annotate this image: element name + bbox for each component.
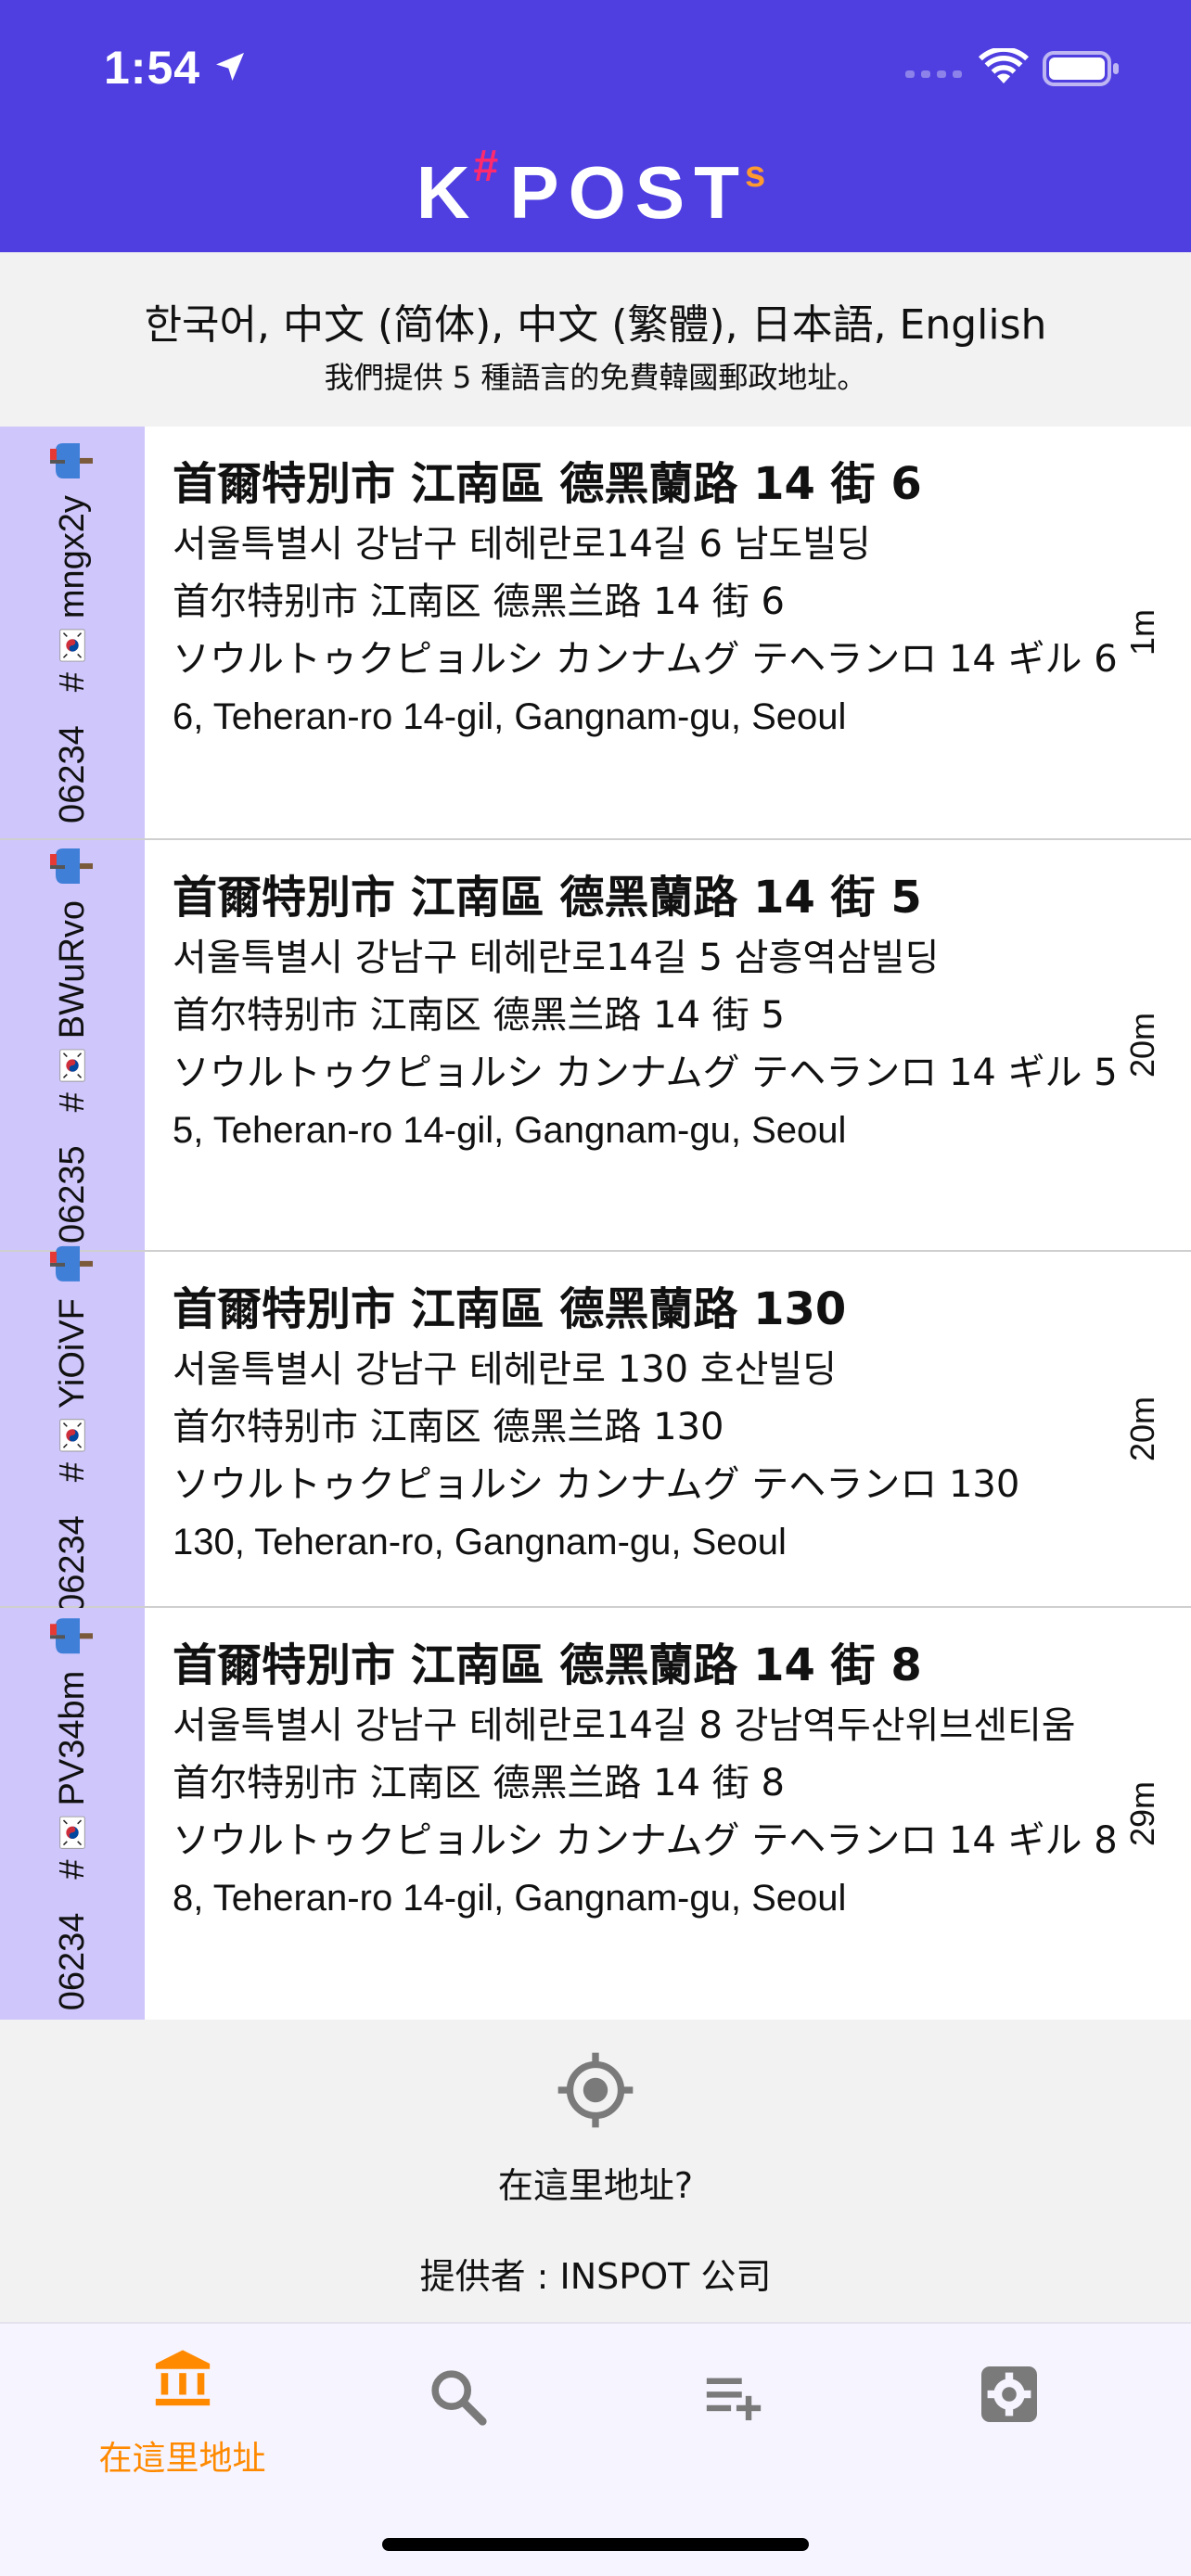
address-simplified-chinese: 首尔特别市 江南区 德黑兰路 14 街 6 [173, 580, 785, 623]
distance-label: 1m [1123, 609, 1161, 657]
address-japanese: ソウルトゥクピョルシ カンナムグ テヘランロ 14 ギル 5 [173, 1052, 1118, 1094]
korea-flag-icon [59, 629, 85, 662]
address-lines: 首爾特別市 江南區 德黑蘭路 14 街 6 서울특별시 강남구 테헤란로14길 … [173, 453, 1119, 746]
locate-address-label[interactable]: 在這里地址? [0, 2157, 1191, 2208]
brand-k: K [416, 151, 480, 234]
korea-flag-icon [59, 1049, 85, 1082]
wifi-icon [979, 48, 1029, 83]
app-header: 1:54 K#POSTs [0, 0, 1191, 252]
hash-symbol: # [52, 1092, 92, 1113]
address-main: 首爾特別市 江南區 德黑蘭路 14 街 6 [173, 458, 922, 510]
address-korean: 서울특별시 강남구 테헤란로14길 6 남도빌딩 [173, 523, 871, 566]
address-lines: 首爾特別市 江南區 德黑蘭路 130 서울특별시 강남구 테헤란로 130 호산… [173, 1278, 1119, 1571]
korea-flag-icon [59, 1419, 85, 1452]
korea-flag-icon [59, 1816, 85, 1850]
address-main: 首爾特別市 江南區 德黑蘭路 14 街 5 [173, 872, 922, 924]
postal-code: 06234 [52, 1912, 92, 2011]
address-code-label: 06234 # YiOiVF [50, 1244, 95, 1613]
brand-hash: # [473, 142, 508, 191]
address-code-panel: 06234 # YiOiVF [0, 1246, 145, 1613]
distance-label: 29m [1123, 1780, 1161, 1847]
playlist-add-icon [706, 2378, 761, 2421]
address-main: 首爾特別市 江南區 德黑蘭路 130 [173, 1283, 847, 1335]
bank-icon [155, 2350, 210, 2406]
mailbox-icon [50, 848, 93, 884]
address-korean: 서울특별시 강남구 테헤란로14길 8 강남역두산위브센티움 [173, 1704, 1076, 1747]
address-japanese: ソウルトゥクピョルシ カンナムグ テヘランロ 130 [173, 1463, 1020, 1506]
brand-logo: K#POSTs [0, 141, 1191, 236]
address-simplified-chinese: 首尔特别市 江南区 德黑兰路 14 街 5 [173, 994, 785, 1037]
address-simplified-chinese: 首尔特别市 江南区 德黑兰路 130 [173, 1406, 724, 1448]
address-code: PV34bm [52, 1670, 92, 1806]
home-indicator [382, 2538, 809, 2551]
address-code-panel: 06234 # PV34bm [0, 1608, 145, 2020]
tab-here-address[interactable]: 在這里地址 [33, 2324, 331, 2509]
distance-label: 20m [1123, 1012, 1161, 1078]
hash-symbol: # [52, 1462, 92, 1483]
address-row[interactable]: 06234 # mngx2y 首爾特別市 江南區 德黑蘭路 14 街 6 서울특… [0, 427, 1191, 840]
hash-symbol: # [52, 1859, 92, 1880]
postal-code: 06234 [52, 725, 92, 823]
address-english: 8, Teheran-ro 14-gil, Gangnam-gu, Seoul [173, 1878, 847, 1919]
cellular-signal-icon [905, 70, 962, 78]
settings-icon [980, 2366, 1037, 2422]
postal-code: 06234 [52, 1515, 92, 1613]
address-korean: 서울특별시 강남구 테헤란로 130 호산빌딩 [173, 1348, 838, 1391]
postal-code: 06235 [52, 1145, 92, 1244]
address-code: BWuRvo [52, 899, 92, 1039]
address-row[interactable]: 06234 # PV34bm 首爾特別市 江南區 德黑蘭路 14 街 8 서울특… [0, 1608, 1191, 2020]
location-arrow-icon [216, 53, 244, 81]
language-banner: 한국어, 中文 (简体), 中文 (繁體), 日本語, English 我們提供… [0, 252, 1191, 425]
address-row[interactable]: 06234 # YiOiVF 首爾特別市 江南區 德黑蘭路 130 서울특별시 … [0, 1246, 1191, 1613]
address-code-label: 06234 # PV34bm [50, 1617, 95, 2011]
hash-symbol: # [52, 672, 92, 693]
address-code-label: 06235 # BWuRvo [50, 847, 95, 1243]
distance-label: 20m [1123, 1396, 1161, 1462]
languages-list: 한국어, 中文 (简体), 中文 (繁體), 日本語, English [144, 301, 1047, 349]
address-code-panel: 06235 # BWuRvo [0, 840, 145, 1250]
brand-s: s [745, 154, 775, 195]
address-code-panel: 06234 # mngx2y [0, 427, 145, 838]
address-main: 首爾特別市 江南區 德黑蘭路 14 街 8 [173, 1639, 922, 1691]
brand-post: POST [509, 151, 749, 234]
address-code: YiOiVF [52, 1298, 92, 1409]
address-lines: 首爾特別市 江南區 德黑蘭路 14 街 8 서울특별시 강남구 테헤란로14길 … [173, 1634, 1119, 1927]
address-english: 130, Teheran-ro, Gangnam-gu, Seoul [173, 1522, 787, 1562]
tab-here-address-label: 在這里地址 [98, 2440, 266, 2478]
address-japanese: ソウルトゥクピョルシ カンナムグ テヘランロ 14 ギル 6 [173, 638, 1118, 681]
address-english: 5, Teheran-ro 14-gil, Gangnam-gu, Seoul [173, 1110, 847, 1151]
address-code: mngx2y [52, 495, 92, 619]
address-lines: 首爾特別市 江南區 德黑蘭路 14 街 5 서울특별시 강남구 테헤란로14길 … [173, 866, 1119, 1159]
address-code-label: 06234 # mngx2y [50, 441, 95, 823]
status-time: 1:54 [104, 42, 201, 94]
tab-search[interactable] [309, 2324, 607, 2509]
address-japanese: ソウルトゥクピョルシ カンナムグ テヘランロ 14 ギル 8 [173, 1819, 1118, 1862]
address-english: 6, Teheran-ro 14-gil, Gangnam-gu, Seoul [173, 696, 847, 737]
address-simplified-chinese: 首尔特别市 江南区 德黑兰路 14 街 8 [173, 1762, 785, 1804]
mailbox-icon [50, 443, 93, 479]
provider-credit: 提供者 : INSPOT 公司 [419, 2256, 772, 2297]
mailbox-icon [50, 1246, 93, 1282]
tab-add-list[interactable] [584, 2324, 882, 2509]
mailbox-icon [50, 1618, 93, 1654]
crosshair-location-icon[interactable] [555, 2049, 636, 2131]
battery-icon [1043, 51, 1119, 86]
languages-subtitle: 我們提供 5 種語言的免費韓國郵政地址。 [324, 360, 867, 395]
search-icon [430, 2370, 487, 2426]
tab-settings[interactable] [860, 2324, 1158, 2509]
address-row[interactable]: 06235 # BWuRvo 首爾特別市 江南區 德黑蘭路 14 街 5 서울특… [0, 840, 1191, 1252]
address-korean: 서울특별시 강남구 테헤란로14길 5 삼흥역삼빌딩 [173, 937, 940, 979]
